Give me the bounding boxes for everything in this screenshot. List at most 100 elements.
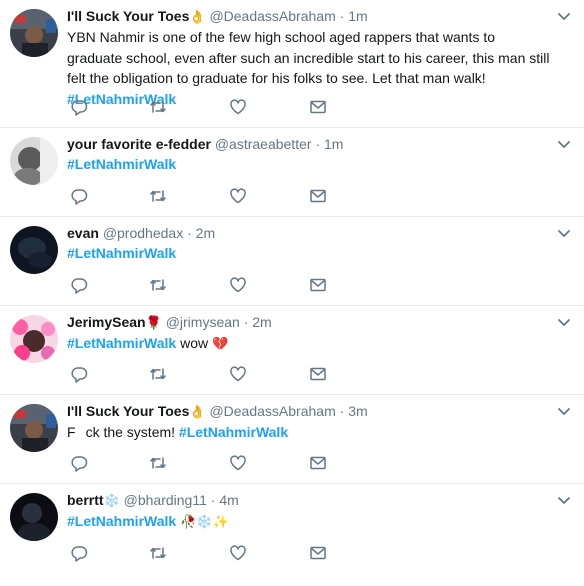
display-name[interactable]: evan xyxy=(67,225,99,241)
avatar[interactable] xyxy=(10,404,58,452)
reply-icon[interactable] xyxy=(70,365,88,383)
direct-message-icon[interactable] xyxy=(309,544,327,562)
tweet-content: berrtt❄️ @bharding11 · 4m #LetNahmirWalk… xyxy=(67,490,554,532)
handle[interactable]: @prodhedax xyxy=(103,225,183,241)
tweet-actions xyxy=(67,365,347,383)
name-emoji: ❄️ xyxy=(103,493,120,508)
retweet-icon[interactable] xyxy=(149,276,167,294)
tweet-header: evan @prodhedax · 2m xyxy=(67,223,554,243)
hashtag-link[interactable]: #LetNahmirWalk xyxy=(67,335,176,351)
like-icon[interactable] xyxy=(229,187,247,205)
display-name[interactable]: JerimySean xyxy=(67,314,146,330)
like-icon[interactable] xyxy=(229,365,247,383)
reply-icon[interactable] xyxy=(70,544,88,562)
retweet-icon[interactable] xyxy=(149,454,167,472)
avatar[interactable] xyxy=(10,226,58,274)
tweet-text: #LetNahmirWalk xyxy=(67,243,554,263)
display-name[interactable]: I'll Suck Your Toes xyxy=(67,8,189,24)
reply-icon[interactable] xyxy=(70,98,88,116)
timestamp[interactable]: 4m xyxy=(219,492,238,508)
display-name[interactable]: I'll Suck Your Toes xyxy=(67,403,189,419)
tweet-body: YBN Nahmir is one of the few high school… xyxy=(67,29,550,86)
hashtag-link[interactable]: #LetNahmirWalk xyxy=(179,424,288,440)
like-icon[interactable] xyxy=(229,544,247,562)
tweet[interactable]: your favorite e-fedder @astraeabetter · … xyxy=(0,128,584,217)
chevron-down-icon[interactable] xyxy=(557,12,571,22)
chevron-down-icon[interactable] xyxy=(557,496,571,506)
separator: · xyxy=(315,136,321,152)
separator: · xyxy=(339,8,345,24)
tweet-content: I'll Suck Your Toes👌 @DeadassAbraham · 1… xyxy=(67,6,554,109)
tweet-header: your favorite e-fedder @astraeabetter · … xyxy=(67,134,554,154)
separator: · xyxy=(210,492,216,508)
retweet-icon[interactable] xyxy=(149,544,167,562)
chevron-down-icon[interactable] xyxy=(557,318,571,328)
tweet-actions xyxy=(67,544,347,562)
tweet[interactable]: I'll Suck Your Toes👌 @DeadassAbraham · 1… xyxy=(0,0,584,128)
tweet-header: berrtt❄️ @bharding11 · 4m xyxy=(67,490,554,511)
display-name[interactable]: your favorite e-fedder xyxy=(67,136,211,152)
handle[interactable]: @astraeabetter xyxy=(215,136,312,152)
tweet-feed: I'll Suck Your Toes👌 @DeadassAbraham · 1… xyxy=(0,0,584,573)
tweet-header: I'll Suck Your Toes👌 @DeadassAbraham · 1… xyxy=(67,6,554,27)
name-emoji: 👌 xyxy=(189,9,206,24)
tweet-actions xyxy=(67,187,347,205)
retweet-icon[interactable] xyxy=(149,98,167,116)
handle[interactable]: @bharding11 xyxy=(124,492,207,508)
direct-message-icon[interactable] xyxy=(309,365,327,383)
tweet-actions xyxy=(67,98,347,116)
tweet-body: ck the system! xyxy=(85,424,176,440)
tweet[interactable]: evan @prodhedax · 2m #LetNahmirWalk xyxy=(0,217,584,306)
tweet-actions xyxy=(67,276,347,294)
tweet-content: JerimySean🌹 @jrimysean · 2m #LetNahmirWa… xyxy=(67,312,554,354)
avatar[interactable] xyxy=(10,137,58,185)
avatar[interactable] xyxy=(10,315,58,363)
tweet-text: Fck the system! #LetNahmirWalk xyxy=(67,422,554,442)
like-icon[interactable] xyxy=(229,276,247,294)
separator: · xyxy=(243,314,249,330)
separator: · xyxy=(339,403,345,419)
chevron-down-icon[interactable] xyxy=(557,407,571,417)
handle[interactable]: @jrimysean xyxy=(166,314,240,330)
direct-message-icon[interactable] xyxy=(309,276,327,294)
separator: · xyxy=(187,225,192,241)
retweet-icon[interactable] xyxy=(149,365,167,383)
reply-icon[interactable] xyxy=(70,276,88,294)
tweet-body-start: F xyxy=(67,424,76,440)
tweet-header: JerimySean🌹 @jrimysean · 2m xyxy=(67,312,554,333)
direct-message-icon[interactable] xyxy=(309,187,327,205)
hashtag-link[interactable]: #LetNahmirWalk xyxy=(67,245,176,261)
tweet-body: wow xyxy=(180,335,209,351)
tweet[interactable]: berrtt❄️ @bharding11 · 4m #LetNahmirWalk… xyxy=(0,484,584,573)
handle[interactable]: @DeadassAbraham xyxy=(209,403,335,419)
timestamp[interactable]: 1m xyxy=(324,136,343,152)
timestamp[interactable]: 2m xyxy=(252,314,271,330)
emoji-group: 🥀❄️✨ xyxy=(180,514,229,529)
avatar[interactable] xyxy=(10,9,58,57)
retweet-icon[interactable] xyxy=(149,187,167,205)
tweet[interactable]: JerimySean🌹 @jrimysean · 2m #LetNahmirWa… xyxy=(0,306,584,395)
chevron-down-icon[interactable] xyxy=(557,229,571,239)
hashtag-link[interactable]: #LetNahmirWalk xyxy=(67,513,176,529)
reply-icon[interactable] xyxy=(70,454,88,472)
timestamp[interactable]: 2m xyxy=(196,225,215,241)
avatar[interactable] xyxy=(10,493,58,541)
broken-heart-emoji: 💔 xyxy=(211,336,229,351)
timestamp[interactable]: 3m xyxy=(348,403,367,419)
display-name[interactable]: berrtt xyxy=(67,492,104,508)
tweet-text: #LetNahmirWalk wow 💔 xyxy=(67,333,554,354)
tweet-actions xyxy=(67,454,347,472)
chevron-down-icon[interactable] xyxy=(557,140,571,150)
tweet[interactable]: I'll Suck Your Toes👌 @DeadassAbraham · 3… xyxy=(0,395,584,484)
reply-icon[interactable] xyxy=(70,187,88,205)
hashtag-link[interactable]: #LetNahmirWalk xyxy=(67,156,176,172)
timestamp[interactable]: 1m xyxy=(348,8,367,24)
like-icon[interactable] xyxy=(229,454,247,472)
tweet-text: #LetNahmirWalk xyxy=(67,154,554,174)
tweet-content: evan @prodhedax · 2m #LetNahmirWalk xyxy=(67,223,554,263)
direct-message-icon[interactable] xyxy=(309,454,327,472)
handle[interactable]: @DeadassAbraham xyxy=(209,8,335,24)
tweet-text: YBN Nahmir is one of the few high school… xyxy=(67,27,554,109)
like-icon[interactable] xyxy=(229,98,247,116)
direct-message-icon[interactable] xyxy=(309,98,327,116)
